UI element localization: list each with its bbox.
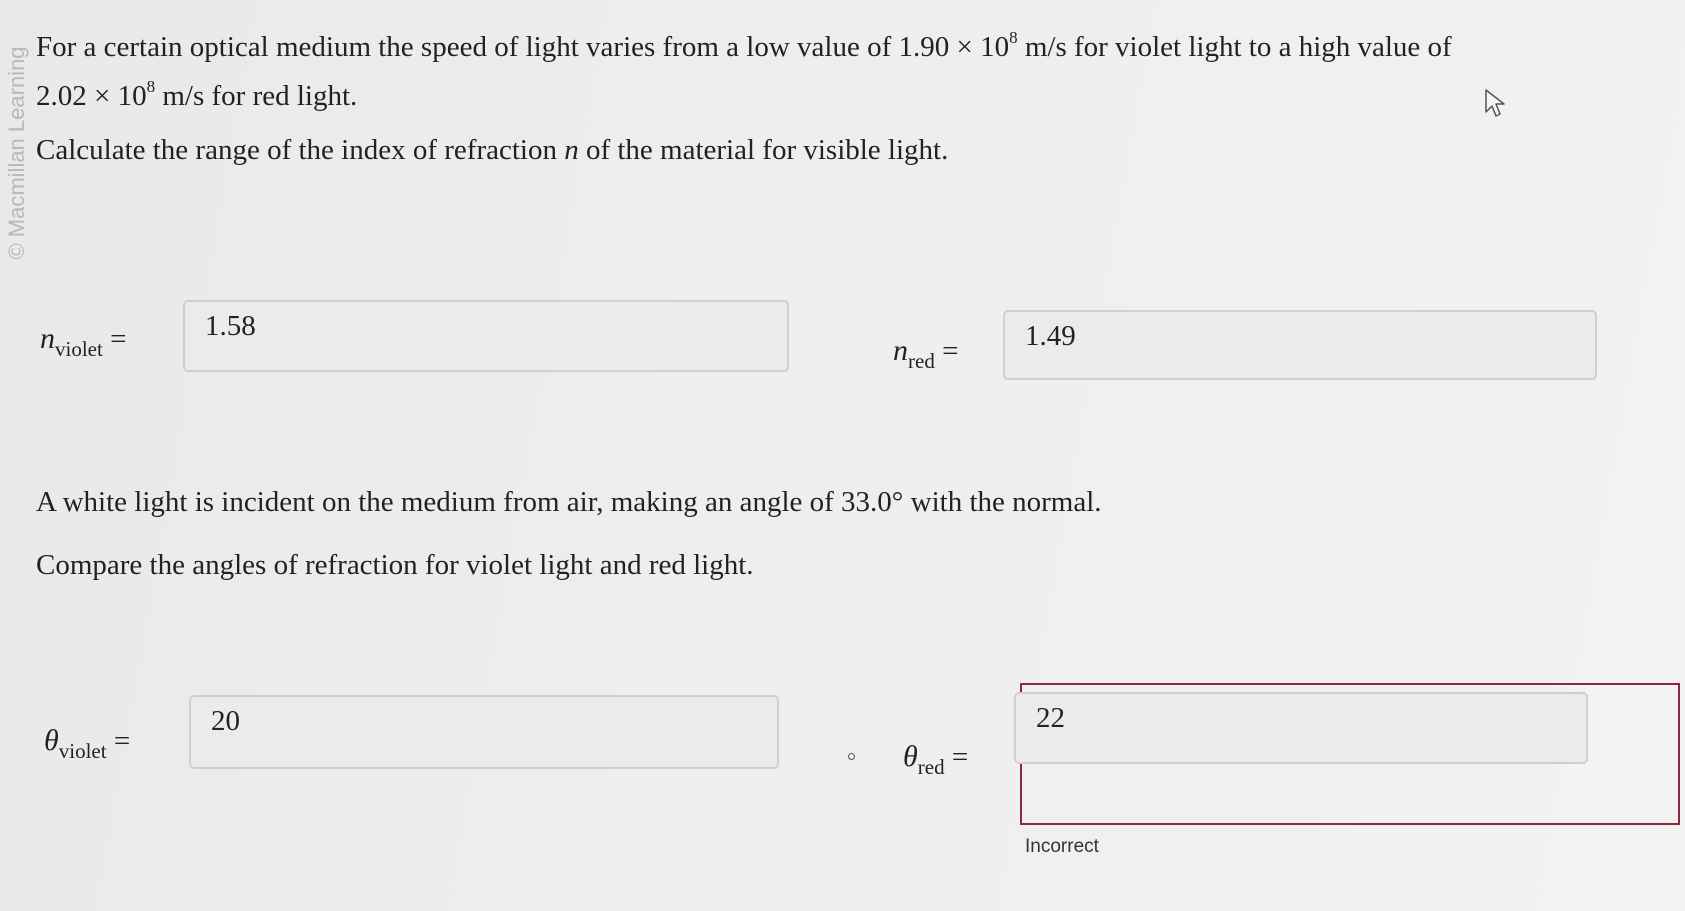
copyright-watermark: © Macmillan Learning [4, 46, 29, 260]
question-text: For a certain optical medium the speed o… [36, 18, 1452, 116]
n-red-label: nred = [893, 334, 959, 373]
n-violet-label: nviolet = [40, 322, 127, 361]
bullet-dot [848, 753, 855, 760]
mouse-pointer-icon [1485, 89, 1505, 117]
theta-violet-input[interactable]: 20 [189, 695, 779, 769]
incidence-text: A white light is incident on the medium … [36, 486, 1102, 518]
question-line-2: 2.02 × 108 m/s for red light. [36, 77, 358, 112]
n-violet-input[interactable]: 1.58 [183, 300, 789, 372]
question-line-1: For a certain optical medium the speed o… [36, 28, 1452, 63]
incorrect-status: Incorrect [1025, 836, 1099, 857]
prompt-compare-angles: Compare the angles of refraction for vio… [36, 549, 754, 581]
theta-violet-label: θviolet = [44, 724, 131, 763]
prompt-index-range: Calculate the range of the index of refr… [36, 134, 949, 166]
theta-red-input[interactable]: 22 [1014, 692, 1588, 764]
n-red-input[interactable]: 1.49 [1003, 310, 1597, 380]
theta-red-label: θred = [903, 740, 969, 779]
